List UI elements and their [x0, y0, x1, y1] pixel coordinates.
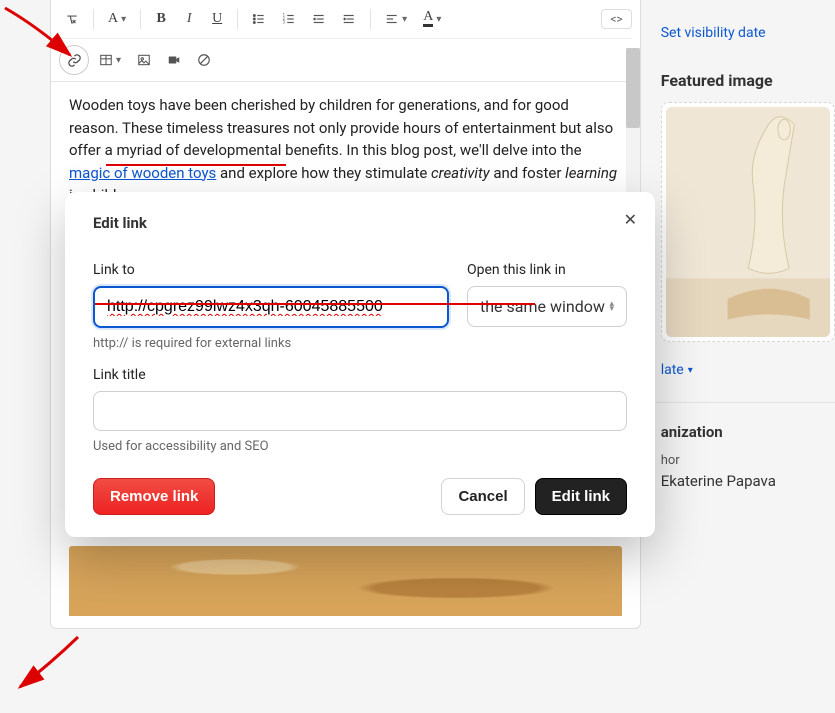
modal-title: Edit link [93, 214, 627, 232]
bullet-list-icon[interactable] [246, 6, 272, 32]
code-view-button[interactable]: <> [601, 9, 631, 29]
italic-button[interactable]: I [177, 6, 201, 32]
remove-link-button[interactable]: Remove link [93, 478, 215, 515]
svg-text:3: 3 [283, 20, 286, 25]
title-help-text: Used for accessibility and SEO [93, 439, 627, 454]
author-value: Ekaterine Papava [661, 472, 835, 490]
numbered-list-icon[interactable]: 123 [276, 6, 302, 32]
link-help-text: http:// is required for external links [93, 336, 449, 351]
set-visibility-date-link[interactable]: Set visibility date [661, 25, 835, 41]
scrollbar-thumb[interactable] [626, 48, 640, 128]
italic-text: learning [565, 164, 617, 182]
featured-image-thumb [666, 107, 830, 337]
toolbar: A B I U 123 A <> [51, 0, 640, 82]
annotation-underline [95, 303, 535, 305]
link-to-input[interactable] [93, 286, 449, 328]
block-icon[interactable] [191, 47, 217, 73]
sidebar: Set visibility date Featured image late … [661, 0, 835, 629]
table-dropdown[interactable] [93, 47, 127, 73]
open-in-label: Open this link in [467, 262, 627, 278]
link-title-input[interactable] [93, 391, 627, 431]
para-text: and explore how they stimulate [216, 164, 431, 182]
annotation-arrow [0, 0, 90, 74]
italic-text: creativity [431, 164, 490, 182]
edit-link-button[interactable]: Edit link [535, 478, 627, 515]
link-to-label: Link to [93, 262, 449, 278]
para-text: and foster [490, 164, 566, 182]
indent-icon[interactable] [336, 6, 362, 32]
bold-button[interactable]: B [149, 6, 173, 32]
underline-button[interactable]: U [205, 6, 229, 32]
open-in-value: the same window [480, 297, 605, 316]
open-in-select[interactable]: the same window ▴▾ [467, 286, 627, 327]
content-image [69, 546, 622, 616]
close-icon[interactable]: ✕ [624, 210, 637, 229]
align-dropdown[interactable] [379, 6, 413, 32]
date-dropdown[interactable]: late [661, 362, 693, 378]
organization-heading: anization [661, 423, 835, 441]
annotation-arrow [0, 629, 90, 713]
annotation-underline [106, 164, 286, 166]
link-magic-wooden-toys[interactable]: magic of wooden toys [69, 164, 216, 182]
cancel-button[interactable]: Cancel [441, 478, 524, 515]
outdent-icon[interactable] [306, 6, 332, 32]
link-title-label: Link title [93, 367, 627, 383]
select-chevron-icon: ▴▾ [609, 302, 614, 311]
featured-image-box[interactable] [661, 102, 835, 342]
font-dropdown[interactable]: A [102, 6, 132, 32]
edit-link-modal: Edit link ✕ Link to http:// is required … [65, 192, 655, 537]
video-icon[interactable] [161, 47, 187, 73]
author-label: hor [661, 453, 835, 468]
image-icon[interactable] [131, 47, 157, 73]
color-dropdown[interactable]: A [417, 6, 447, 32]
featured-image-title: Featured image [661, 71, 835, 90]
para-text: Wooden toys have been cherished by child… [69, 96, 613, 159]
